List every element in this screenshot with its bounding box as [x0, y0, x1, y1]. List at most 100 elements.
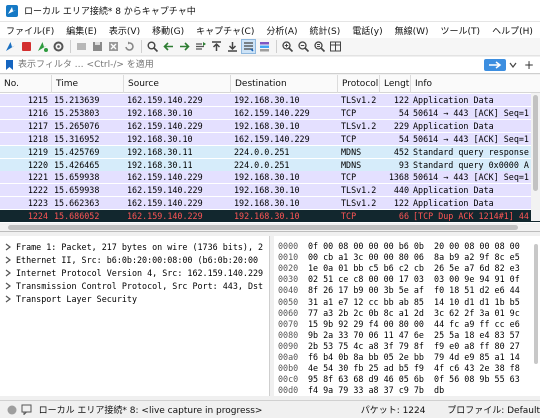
go-to-packet-icon[interactable] [193, 39, 208, 54]
column-header-destination[interactable]: Destination [231, 75, 338, 93]
menu-telephony[interactable]: 電話(y) [346, 24, 388, 37]
packet-cell-info: Application Data [413, 198, 494, 209]
close-file-icon[interactable] [106, 39, 121, 54]
packet-cell-no: 1215 [27, 95, 48, 105]
capture-options-gear-icon[interactable] [51, 39, 66, 54]
byte-hex[interactable]: f4 9a 79 33 a8 37 c9 7b db [308, 384, 444, 396]
menu-file[interactable]: ファイル(F) [0, 24, 60, 37]
packet-cell-info: Application Data [413, 120, 494, 131]
menu-edit[interactable]: 編集(E) [60, 24, 103, 37]
packet-cell-protocol: TLSv1.2 [341, 198, 377, 209]
normal-size-icon[interactable] [312, 39, 327, 54]
colorize-lines-icon[interactable] [257, 39, 272, 54]
packet-row[interactable]: 1219 15.425769 192.168.30.11 224.0.0.251 MDN… [0, 145, 540, 158]
packet-cell-no: 1221 [27, 172, 48, 183]
packet-list-horizontal-scrollbar[interactable] [0, 223, 540, 231]
filter-bookmark-icon[interactable] [3, 59, 15, 72]
packet-row[interactable]: 1223 15.662363 162.159.140.229 192.168.30.1… [0, 197, 540, 210]
restart-capture-icon[interactable] [35, 39, 50, 54]
detail-tree-label: Internet Protocol Version 4, Src: 162.15… [16, 267, 264, 278]
capture-comment-icon[interactable] [21, 404, 32, 416]
packet-cell-destination: 192.168.30.10 [234, 120, 300, 131]
packet-count: パケット: 1224 [360, 406, 426, 416]
packet-cell-no: 1216 [27, 107, 48, 118]
packet-row[interactable]: 1218 15.316952 192.168.30.10 162.159.140.22… [0, 132, 540, 145]
packet-row[interactable]: 1215 15.213639 162.159.140.229 192.168.30.1… [0, 94, 540, 106]
go-forward-arrow-icon[interactable] [177, 39, 192, 54]
detail-tree-item[interactable]: Transmission Control Protocol, Src Port:… [0, 279, 269, 292]
column-header-source[interactable]: Source [124, 75, 231, 93]
bytes-vertical-scrollbar[interactable] [533, 240, 539, 390]
first-packet-icon[interactable] [209, 39, 224, 54]
expand-chevron-right-icon[interactable] [3, 282, 12, 290]
detail-tree-item[interactable]: Transport Layer Security [0, 292, 269, 305]
detail-tree-item[interactable]: Internet Protocol Version 4, Src: 162.15… [0, 266, 269, 279]
packet-row[interactable]: 1216 15.253803 192.168.30.10 162.159.140.22… [0, 106, 540, 119]
detail-tree-label: Transport Layer Security [16, 293, 138, 304]
column-header-protocol[interactable]: Protocol [338, 75, 380, 93]
column-header-length[interactable]: Length [380, 75, 411, 93]
auto-scroll-icon[interactable] [241, 39, 256, 54]
zoom-out-icon[interactable] [296, 39, 311, 54]
profile-status[interactable]: プロファイル: Default [447, 403, 540, 416]
column-header-no[interactable]: No. [0, 75, 52, 93]
detail-tree-item[interactable]: Frame 1: Packet, 217 bytes on wire (1736… [0, 240, 269, 253]
packet-cell-no: 1217 [27, 120, 48, 131]
packet-cell-protocol: TCP [341, 211, 357, 222]
detail-tree-item[interactable]: Ethernet II, Src: b6:0b:20:00:08:00 (b6:… [0, 253, 269, 266]
byte-offset: 00d0 [278, 385, 299, 396]
expand-chevron-right-icon[interactable] [3, 243, 12, 251]
scrollbar-thumb[interactable] [533, 95, 538, 191]
expand-chevron-right-icon[interactable] [3, 256, 12, 264]
packet-cell-no: 1218 [27, 133, 48, 144]
save-file-icon[interactable] [90, 39, 105, 54]
find-packet-search-icon[interactable] [145, 39, 160, 54]
go-back-arrow-icon[interactable] [161, 39, 176, 54]
menu-view[interactable]: 表示(V) [103, 24, 146, 37]
scrollbar-thumb[interactable] [534, 244, 538, 364]
packet-list-vertical-scrollbar[interactable] [531, 93, 540, 221]
reload-file-icon[interactable] [122, 39, 137, 54]
menu-go[interactable]: 移動(G) [146, 24, 190, 37]
packet-row[interactable]: 1221 15.659938 162.159.140.229 192.168.30.1… [0, 171, 540, 184]
packet-row[interactable]: 1220 15.426465 192.168.30.11 224.0.0.251 MDN… [0, 158, 540, 171]
packet-cell-length: 122 [393, 95, 409, 105]
packet-cell-source: 192.168.30.10 [127, 133, 193, 144]
column-header-info[interactable]: Info [411, 75, 540, 93]
expand-chevron-right-icon[interactable] [3, 295, 12, 303]
menu-capture[interactable]: キャプチャ(C) [190, 24, 260, 37]
packet-cell-protocol: TCP [341, 172, 357, 183]
packet-row[interactable]: 1224 15.686052 162.159.140.229 192.168.30.1… [0, 210, 540, 223]
menu-analyze[interactable]: 分析(A) [260, 24, 303, 37]
packet-cell-destination: 192.168.30.10 [234, 198, 300, 209]
display-filter-input[interactable] [16, 58, 481, 72]
open-file-icon[interactable] [74, 39, 89, 54]
packet-cell-time: 15.213639 [54, 95, 100, 105]
resize-columns-icon[interactable] [328, 39, 343, 54]
expand-chevron-right-icon[interactable] [3, 269, 12, 277]
detail-tree-label: Frame 1: Packet, 217 bytes on wire (1736… [16, 241, 264, 252]
packet-row[interactable]: 1222 15.659938 162.159.140.229 192.168.30.1… [0, 184, 540, 197]
filter-history-chevron-down-icon[interactable] [508, 59, 518, 71]
menu-help[interactable]: ヘルプ(H) [486, 24, 539, 37]
packet-row[interactable]: 1217 15.265076 162.159.140.229 192.168.30.1… [0, 119, 540, 132]
byte-row: 00d0 f4 9a 79 33 a8 37 c9 7b db [274, 384, 540, 396]
stop-capture-icon[interactable] [19, 39, 34, 54]
packet-cell-destination: 192.168.30.10 [234, 185, 300, 196]
scrollbar-thumb[interactable] [8, 225, 518, 230]
menu-wireless[interactable]: 無線(W) [389, 24, 435, 37]
menu-statistics[interactable]: 統計(S) [304, 24, 347, 37]
start-capture-fin-icon[interactable] [3, 39, 18, 54]
menu-tools[interactable]: ツール(T) [435, 24, 487, 37]
column-header-time[interactable]: Time [52, 75, 124, 93]
apply-filter-arrow-icon[interactable] [484, 59, 506, 71]
packet-cell-info: [TCP Dup ACK 1214#1] 44 [413, 211, 529, 222]
packet-cell-destination: 162.159.140.229 [234, 133, 310, 144]
packet-details-pane: Frame 1: Packet, 217 bytes on wire (1736… [0, 236, 270, 396]
last-packet-icon[interactable] [225, 39, 240, 54]
packet-cell-source: 192.168.30.10 [127, 107, 193, 118]
packet-cell-time: 15.662363 [54, 198, 100, 209]
add-filter-button[interactable]: + [522, 57, 536, 73]
expert-info-status-icon[interactable] [6, 404, 17, 416]
zoom-in-icon[interactable] [280, 39, 295, 54]
